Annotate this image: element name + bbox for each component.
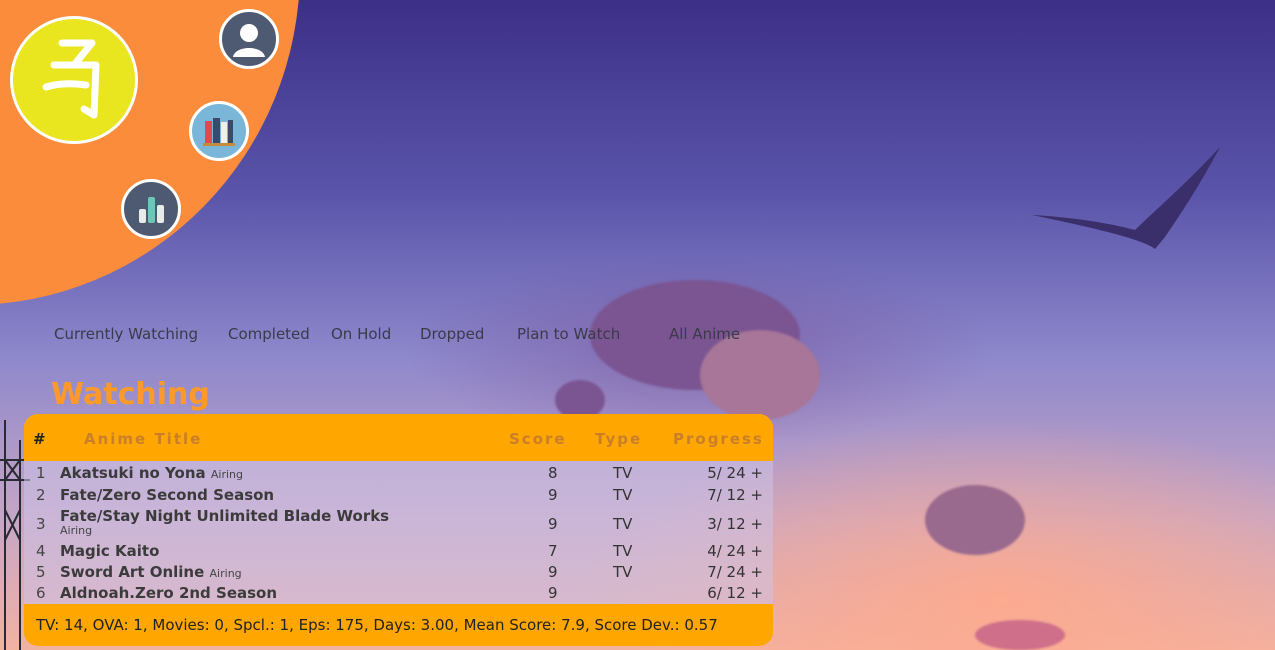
type-value: TV [613, 486, 633, 504]
header-title[interactable]: Anime Title [84, 430, 202, 448]
increment-button[interactable]: + [750, 584, 763, 602]
increment-button[interactable]: + [750, 515, 763, 533]
tab-completed[interactable]: Completed [228, 325, 310, 343]
tab-all-anime[interactable]: All Anime [669, 325, 740, 343]
score-value[interactable]: 8 [548, 464, 558, 482]
tab-on-hold[interactable]: On Hold [331, 325, 391, 343]
anime-title-link[interactable]: Magic Kaito [60, 542, 159, 560]
airing-status: Airing [60, 524, 93, 537]
increment-button[interactable]: + [750, 486, 763, 504]
user-icon [233, 24, 265, 57]
row-number: 1 [36, 464, 46, 482]
airing-status: Airing [209, 567, 242, 580]
score-value[interactable]: 9 [548, 486, 558, 504]
increment-button[interactable]: + [750, 542, 763, 560]
anime-list-table: # Anime Title Score Type Progress 1 Akat… [24, 414, 773, 646]
profile-button[interactable] [219, 9, 279, 69]
increment-button[interactable]: + [750, 464, 763, 482]
anime-title-link[interactable]: Akatsuki no Yona Airing [60, 464, 243, 482]
progress-value: 7/ 12 + [707, 486, 763, 504]
bird-silhouette [1032, 147, 1220, 249]
header-progress[interactable]: Progress [673, 430, 764, 448]
airing-status: Airing [210, 468, 243, 481]
anime-title-link[interactable]: Fate/Stay Night Unlimited Blade Works Air… [60, 507, 389, 537]
progress-value: 4/ 24 + [707, 542, 763, 560]
row-number: 5 [36, 563, 46, 581]
type-value: TV [613, 515, 633, 533]
anime-title-link[interactable]: Fate/Zero Second Season [60, 486, 274, 504]
tab-plan-to-watch[interactable]: Plan to Watch [517, 325, 620, 343]
stats-summary: TV: 14, OVA: 1, Movies: 0, Spcl.: 1, Eps… [24, 604, 773, 646]
books-icon [203, 118, 235, 146]
bar-chart-icon [139, 197, 164, 223]
type-value: TV [613, 464, 633, 482]
anime-title-link[interactable]: Sword Art Online Airing [60, 563, 242, 581]
cloud [975, 620, 1065, 650]
tab-dropped[interactable]: Dropped [420, 325, 484, 343]
section-heading: Watching [51, 377, 210, 412]
header-score[interactable]: Score [509, 430, 567, 448]
type-value: TV [613, 542, 633, 560]
anime-list-button[interactable] [189, 101, 249, 161]
cloud [700, 330, 820, 420]
row-number: 6 [36, 584, 46, 602]
progress-value: 3/ 12 + [707, 515, 763, 533]
anime-title-link[interactable]: Aldnoah.Zero 2nd Season [60, 584, 277, 602]
statistics-button[interactable] [121, 179, 181, 239]
tab-currently-watching[interactable]: Currently Watching [54, 325, 198, 343]
row-number: 3 [36, 515, 46, 533]
score-value[interactable]: 9 [548, 563, 558, 581]
score-value[interactable]: 9 [548, 584, 558, 602]
kana-logo-icon [42, 39, 100, 119]
progress-value: 5/ 24 + [707, 464, 763, 482]
site-logo[interactable] [10, 16, 138, 144]
header-num[interactable]: # [33, 430, 46, 448]
increment-button[interactable]: + [750, 563, 763, 581]
progress-value: 7/ 24 + [707, 563, 763, 581]
cloud [925, 485, 1025, 555]
header-type[interactable]: Type [595, 430, 642, 448]
progress-value: 6/ 12 + [707, 584, 763, 602]
table-header: # Anime Title Score Type Progress [24, 414, 773, 461]
score-value[interactable]: 7 [548, 542, 558, 560]
row-number: 4 [36, 542, 46, 560]
type-value: TV [613, 563, 633, 581]
row-number: 2 [36, 486, 46, 504]
score-value[interactable]: 9 [548, 515, 558, 533]
